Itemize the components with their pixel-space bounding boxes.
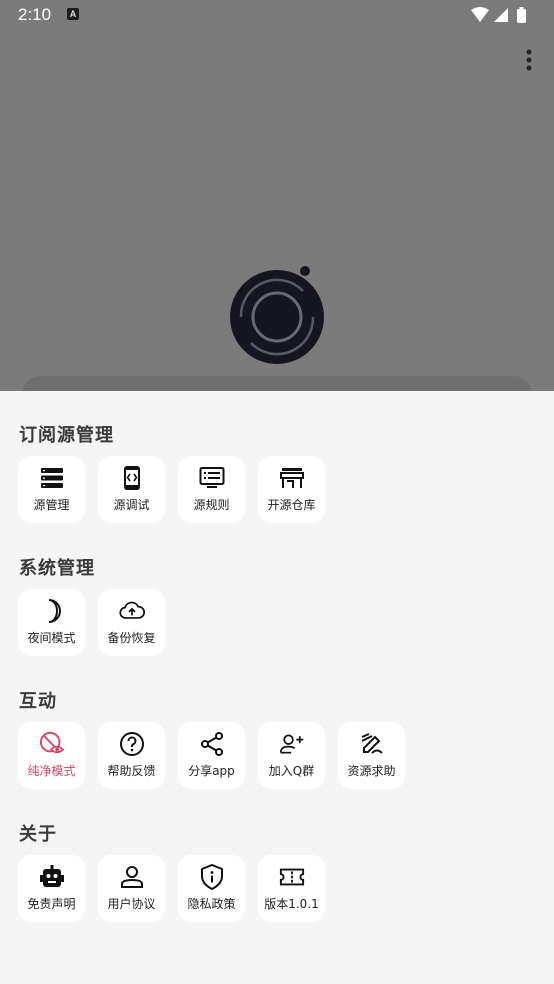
status-bar: 2:10 A <box>0 0 554 30</box>
tile-label: 加入Q群 <box>268 764 315 778</box>
section-title-subscription: 订阅源管理 <box>19 425 114 446</box>
tile-label: 源管理 <box>33 498 70 512</box>
tile-help-feedback[interactable]: 帮助反馈 <box>98 722 165 789</box>
tile-privacy-policy[interactable]: 隐私政策 <box>178 855 245 922</box>
tile-label: 帮助反馈 <box>107 764 156 778</box>
tile-night-mode[interactable]: 夜间模式 <box>18 589 85 656</box>
tile-source-debug[interactable]: 源调试 <box>98 456 165 523</box>
user-icon <box>119 864 145 890</box>
section-row-about: 免责声明 用户协议 隐私政策 版本1.0.1 <box>18 855 325 922</box>
tile-label: 纯净模式 <box>27 764 76 778</box>
status-icons <box>470 6 540 29</box>
signal-icon <box>494 8 508 22</box>
more-options-icon[interactable] <box>524 48 534 74</box>
share-icon <box>199 731 225 757</box>
edit-icon <box>359 731 385 757</box>
status-time: 2:10 <box>18 5 52 24</box>
store-icon <box>279 465 305 491</box>
section-row-system: 夜间模式 备份恢复 <box>18 589 165 656</box>
rules-list-icon <box>199 465 225 491</box>
tile-pure-mode[interactable]: 纯净模式 <box>18 722 85 789</box>
wifi-icon <box>471 7 489 22</box>
section-row-subscription: 源管理 源调试 源规则 开源仓库 <box>18 456 325 523</box>
tile-open-repo[interactable]: 开源仓库 <box>258 456 325 523</box>
tile-label: 版本1.0.1 <box>264 897 319 911</box>
tile-resource-request[interactable]: 资源求助 <box>338 722 405 789</box>
tile-version[interactable]: 版本1.0.1 <box>258 855 325 922</box>
shield-info-icon <box>199 864 225 890</box>
add-user-icon <box>279 731 305 757</box>
phone-code-icon <box>119 465 145 491</box>
ticket-icon <box>279 864 305 890</box>
tile-label: 隐私政策 <box>187 897 236 911</box>
battery-icon <box>517 7 526 23</box>
app-logo <box>227 263 327 367</box>
tile-label: 源规则 <box>193 498 230 512</box>
tile-label: 分享app <box>188 764 235 778</box>
tile-label: 源调试 <box>113 498 150 512</box>
robot-icon <box>39 864 65 890</box>
tile-backup-restore[interactable]: 备份恢复 <box>98 589 165 656</box>
section-row-interaction: 纯净模式 帮助反馈 分享app 加入Q群 资源求助 <box>18 722 405 789</box>
tile-user-agreement[interactable]: 用户协议 <box>98 855 165 922</box>
server-list-icon <box>39 465 65 491</box>
tile-label: 用户协议 <box>107 897 156 911</box>
tile-source-rules[interactable]: 源规则 <box>178 456 245 523</box>
notification-badge: A <box>67 8 79 20</box>
menu-bottom-sheet: 订阅源管理 源管理 源调试 源规则 开源仓库 系统管理 夜间模式 备份恢复 互动… <box>0 391 554 984</box>
section-title-about: 关于 <box>19 824 57 845</box>
tile-source-manage[interactable]: 源管理 <box>18 456 85 523</box>
cloud-upload-icon <box>118 598 145 624</box>
pure-mode-icon <box>39 731 65 757</box>
help-icon <box>119 731 145 757</box>
tile-join-group[interactable]: 加入Q群 <box>258 722 325 789</box>
tile-label: 夜间模式 <box>27 631 76 645</box>
tile-label: 免责声明 <box>27 897 76 911</box>
tile-label: 备份恢复 <box>107 631 156 645</box>
tile-label: 资源求助 <box>347 764 396 778</box>
tile-label: 开源仓库 <box>267 498 316 512</box>
section-title-system: 系统管理 <box>19 558 95 579</box>
tile-share-app[interactable]: 分享app <box>178 722 245 789</box>
moon-icon <box>39 598 65 624</box>
tile-disclaimer[interactable]: 免责声明 <box>18 855 85 922</box>
section-title-interaction: 互动 <box>19 691 57 712</box>
